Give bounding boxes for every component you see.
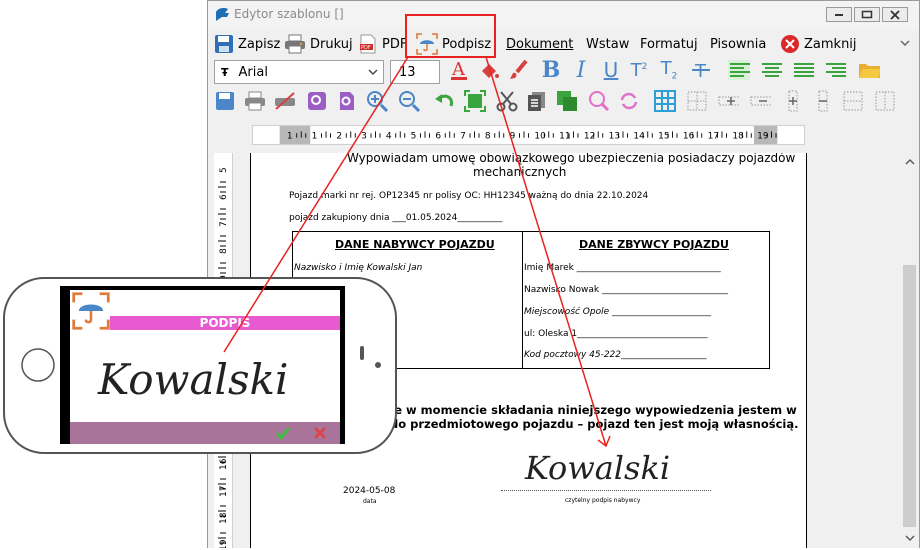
annotation-arrows (223, 56, 611, 448)
